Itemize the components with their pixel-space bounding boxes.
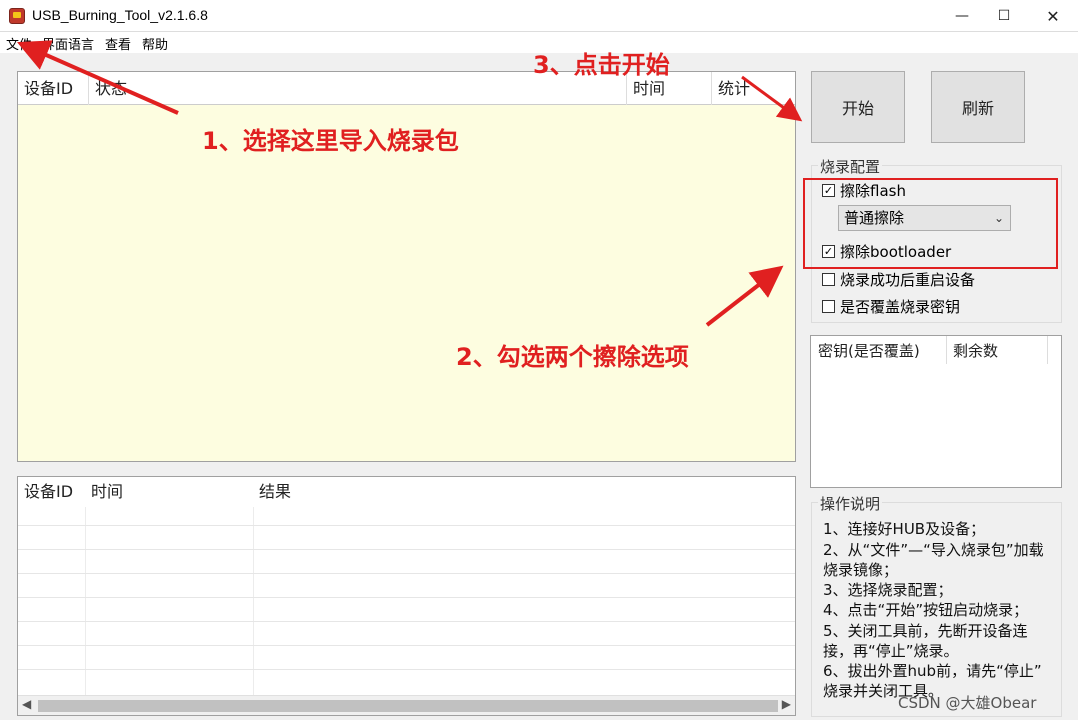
watermark: CSDN @大雄Obear (898, 694, 1037, 712)
column-divider (253, 507, 254, 695)
start-button[interactable]: 开始 (811, 71, 905, 143)
title-bar: USB_Burning_Tool_v2.1.6.8 — ☐ ✕ (0, 0, 1078, 32)
column-stats[interactable]: 统计 (712, 72, 795, 105)
checkbox-unchecked-icon[interactable] (822, 300, 835, 313)
horizontal-scrollbar[interactable]: ◀ ▶ (18, 695, 795, 715)
instruction-line: 烧录镜像； (823, 561, 899, 579)
app-icon (9, 8, 25, 24)
row-divider (18, 621, 795, 622)
column-time[interactable]: 时间 (85, 477, 253, 507)
column-divider (946, 336, 947, 364)
instruction-line: 3、选择烧录配置； (823, 581, 953, 599)
refresh-button[interactable]: 刷新 (931, 71, 1025, 143)
row-divider (18, 645, 795, 646)
instruction-line: 4、点击“开始”按钮启动烧录； (823, 601, 1029, 619)
column-remaining[interactable]: 剩余数 (953, 340, 998, 361)
menu-help[interactable]: 帮助 (142, 34, 168, 53)
instruction-line: 接，再“停止”烧录。 (823, 642, 959, 660)
reboot-after-label: 烧录成功后重启设备 (840, 271, 976, 289)
overwrite-key-label: 是否覆盖烧录密钥 (840, 298, 961, 316)
overwrite-key-checkbox[interactable]: 是否覆盖烧录密钥 (822, 296, 960, 317)
instruction-line: 6、拔出外置hub前，请先“停止” (823, 662, 1042, 680)
result-list[interactable]: 设备ID 时间 结果 ◀ ▶ (17, 476, 796, 716)
reboot-after-checkbox[interactable]: 烧录成功后重启设备 (822, 269, 975, 290)
checkbox-unchecked-icon[interactable] (822, 273, 835, 286)
scroll-right-icon[interactable]: ▶ (782, 697, 791, 711)
scroll-left-icon[interactable]: ◀ (22, 697, 31, 711)
column-key[interactable]: 密钥(是否覆盖) (818, 340, 920, 361)
instruction-line: 5、关闭工具前，先断开设备连 (823, 622, 1028, 640)
maximize-icon[interactable]: ☐ (981, 0, 1027, 32)
column-divider (85, 507, 86, 695)
annotation-step2: 2、勾选两个擦除选项 (456, 343, 689, 371)
menu-language[interactable]: 界面语言 (42, 34, 94, 53)
menu-view[interactable]: 查看 (105, 34, 131, 53)
column-device-id[interactable]: 设备ID (18, 72, 89, 105)
status-list-header: 设备ID 状态 时间 统计 (18, 72, 795, 105)
scrollbar-thumb[interactable] (38, 700, 778, 712)
row-divider (18, 669, 795, 670)
instruction-line: 1、连接好HUB及设备； (823, 520, 986, 538)
row-divider (18, 549, 795, 550)
menu-file[interactable]: 文件 (6, 34, 32, 53)
instructions-group: 操作说明 1、连接好HUB及设备； 2、从“文件”—“导入烧录包”加载 烧录镜像… (811, 493, 1062, 717)
instruction-line: 2、从“文件”—“导入烧录包”加载 (823, 541, 1044, 559)
annotation-step1: 1、选择这里导入烧录包 (202, 127, 459, 155)
column-result[interactable]: 结果 (253, 477, 553, 507)
column-device-id[interactable]: 设备ID (18, 477, 85, 507)
minimize-icon[interactable]: — (939, 0, 985, 32)
window-title: USB_Burning_Tool_v2.1.6.8 (32, 7, 208, 23)
row-divider (18, 573, 795, 574)
close-icon[interactable]: ✕ (1030, 0, 1076, 32)
column-divider (1047, 336, 1048, 364)
key-list[interactable]: 密钥(是否覆盖) 剩余数 (810, 335, 1062, 488)
burn-config-title: 烧录配置 (818, 156, 883, 177)
row-divider (18, 597, 795, 598)
highlight-box (803, 178, 1058, 269)
annotation-step3: 3、点击开始 (533, 51, 670, 79)
row-divider (18, 525, 795, 526)
instructions-title: 操作说明 (818, 493, 883, 514)
result-list-header: 设备ID 时间 结果 (18, 477, 795, 507)
